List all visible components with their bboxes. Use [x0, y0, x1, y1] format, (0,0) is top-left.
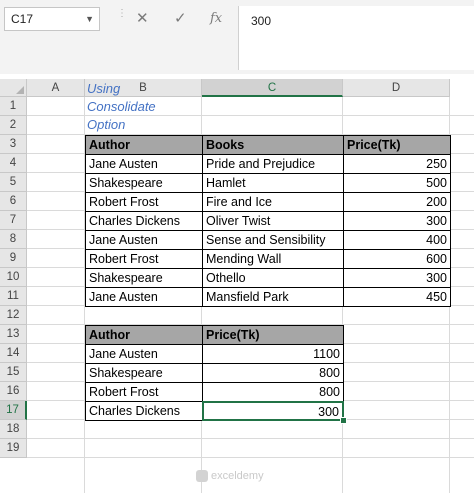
name-box-value: C17: [11, 12, 34, 26]
formula-value: 300: [251, 14, 272, 28]
function-icon[interactable]: fx: [210, 11, 222, 26]
sheet-title: Using Consolidate Option: [87, 81, 156, 132]
table1-cell[interactable]: Robert Frost: [85, 249, 203, 269]
table1-cell[interactable]: Shakespeare: [85, 173, 203, 193]
table1-cell[interactable]: Shakespeare: [85, 268, 203, 288]
row-header-17[interactable]: 17: [0, 401, 27, 420]
table1-cell[interactable]: Jane Austen: [85, 287, 203, 307]
table2-cell[interactable]: Jane Austen: [85, 344, 203, 364]
row-header-11[interactable]: 11: [0, 287, 27, 306]
exceldemy-logo-icon: [196, 470, 208, 483]
table1-header-cell[interactable]: Books: [202, 135, 344, 155]
row-header-1[interactable]: 1: [0, 97, 27, 116]
table1-header-cell[interactable]: Author: [85, 135, 203, 155]
formula-bar-area: C17 ▼ ⋮ ✕ ✓ fx 300: [0, 0, 474, 74]
row-header-4[interactable]: 4: [0, 154, 27, 173]
table1-cell[interactable]: Fire and Ice: [202, 192, 344, 212]
column-header-d[interactable]: D: [343, 79, 450, 97]
table1-cell[interactable]: Oliver Twist: [202, 211, 344, 231]
select-all-button[interactable]: [0, 79, 27, 97]
active-cell[interactable]: 300: [202, 401, 344, 421]
table1-header-cell[interactable]: Price(Tk): [343, 135, 451, 155]
row-header-7[interactable]: 7: [0, 211, 27, 230]
column-header-c[interactable]: C: [202, 79, 343, 97]
name-box[interactable]: C17 ▼: [4, 7, 100, 31]
row-header-10[interactable]: 10: [0, 268, 27, 287]
table2-cell[interactable]: Shakespeare: [85, 363, 203, 383]
row-header-9[interactable]: 9: [0, 249, 27, 268]
table1-cell[interactable]: Mending Wall: [202, 249, 344, 269]
chevron-down-icon[interactable]: ▼: [85, 8, 94, 30]
row-header-3[interactable]: 3: [0, 135, 27, 154]
formula-bar-buttons: ✕ ✓ fx: [128, 7, 234, 31]
table2-cell[interactable]: 800: [202, 363, 344, 383]
table1-cell[interactable]: Pride and Prejudice: [202, 154, 344, 174]
formula-bar-grip-icon[interactable]: ⋮: [117, 8, 127, 30]
enter-icon[interactable]: ✓: [174, 9, 187, 27]
watermark-text: exceldemy: [211, 470, 264, 482]
row-header-13[interactable]: 13: [0, 325, 27, 344]
table1-cell[interactable]: 600: [343, 249, 451, 269]
table1-cell[interactable]: Robert Frost: [85, 192, 203, 212]
table1-cell[interactable]: 400: [343, 230, 451, 250]
watermark: exceldemy: [196, 470, 264, 483]
table1-cell[interactable]: Jane Austen: [85, 154, 203, 174]
row-header-6[interactable]: 6: [0, 192, 27, 211]
row-header-16[interactable]: 16: [0, 382, 27, 401]
column-header-a[interactable]: A: [27, 79, 85, 97]
row-header-2[interactable]: 2: [0, 116, 27, 135]
table2-cell[interactable]: 800: [202, 382, 344, 402]
cancel-icon[interactable]: ✕: [136, 9, 149, 27]
table1-cell[interactable]: 450: [343, 287, 451, 307]
row-header-18[interactable]: 18: [0, 420, 27, 439]
row-header-19[interactable]: 19: [0, 439, 27, 458]
table2-cell[interactable]: 1100: [202, 344, 344, 364]
table1-cell[interactable]: Charles Dickens: [85, 211, 203, 231]
table1-cell[interactable]: 300: [343, 268, 451, 288]
formula-input[interactable]: 300: [238, 6, 474, 70]
table1-cell[interactable]: 250: [343, 154, 451, 174]
row-header-14[interactable]: 14: [0, 344, 27, 363]
table1-cell[interactable]: Othello: [202, 268, 344, 288]
gridline-horizontal: [27, 438, 474, 439]
table1-cell[interactable]: Jane Austen: [85, 230, 203, 250]
table2-header-cell[interactable]: Price(Tk): [202, 325, 344, 345]
row-header-15[interactable]: 15: [0, 363, 27, 382]
table1-cell[interactable]: 500: [343, 173, 451, 193]
table1-cell[interactable]: 300: [343, 211, 451, 231]
table1-cell[interactable]: Hamlet: [202, 173, 344, 193]
table2-cell[interactable]: Robert Frost: [85, 382, 203, 402]
table1-cell[interactable]: Sense and Sensibility: [202, 230, 344, 250]
table2-header-cell[interactable]: Author: [85, 325, 203, 345]
row-header-8[interactable]: 8: [0, 230, 27, 249]
table2-cell[interactable]: Charles Dickens: [85, 401, 203, 421]
row-header-5[interactable]: 5: [0, 173, 27, 192]
fill-handle[interactable]: [340, 417, 347, 424]
table1-cell[interactable]: Mansfield Park: [202, 287, 344, 307]
table1-cell[interactable]: 200: [343, 192, 451, 212]
gridline-horizontal: [27, 457, 474, 458]
row-header-12[interactable]: 12: [0, 306, 27, 325]
